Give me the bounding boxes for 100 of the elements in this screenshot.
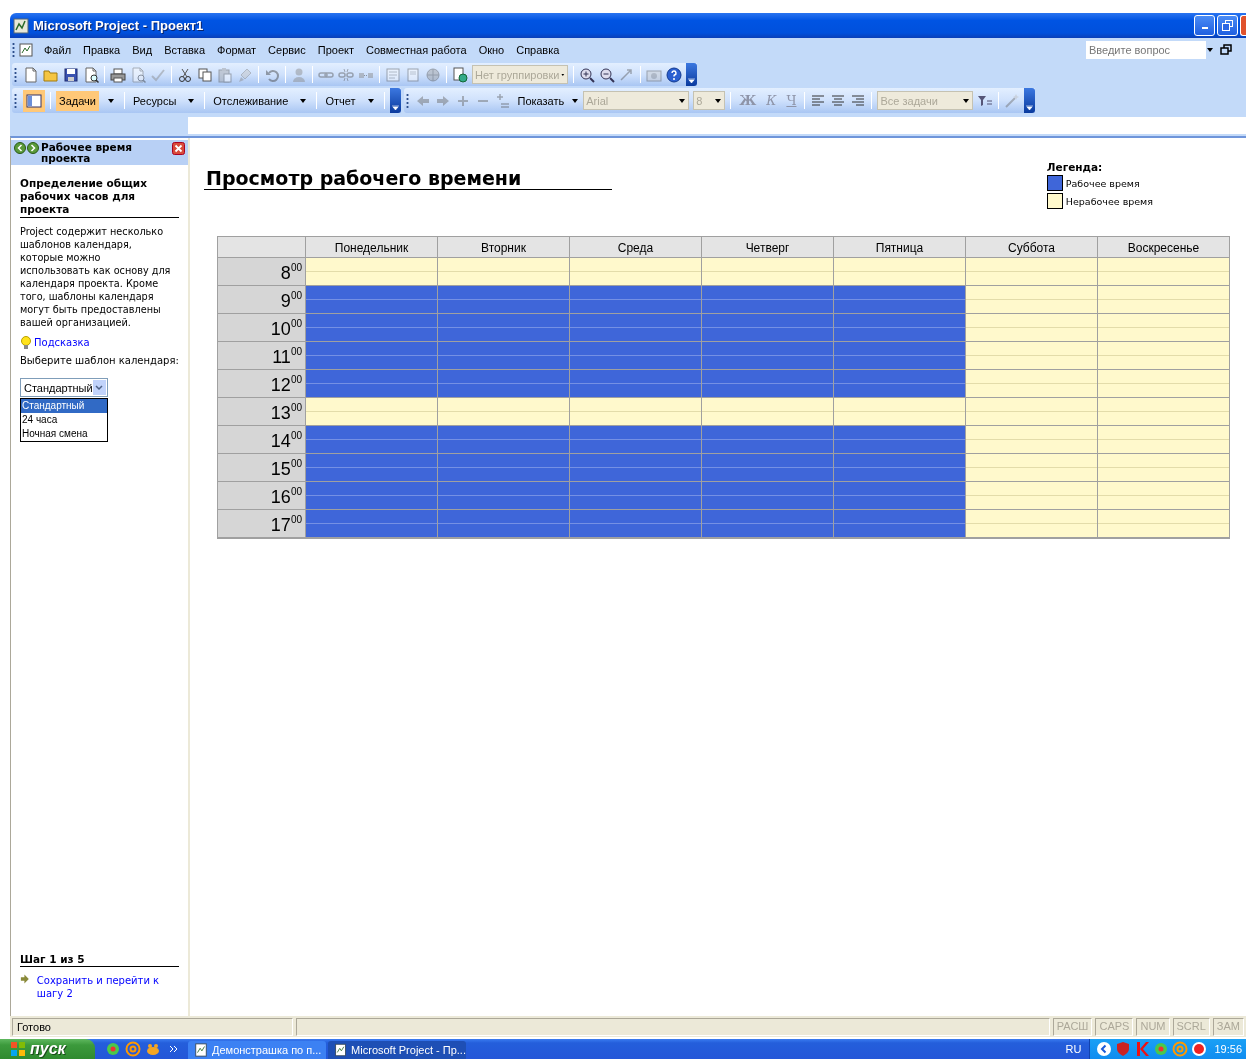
view-title: Просмотр рабочего времени [204,167,612,190]
hour-label: 8$^{00}$ [218,258,306,286]
guide-button[interactable]: Отслеживание [210,90,292,111]
status-text: Готово [12,1017,293,1036]
guide-button[interactable]: Отчет [322,90,359,111]
menu-item[interactable]: Совместная работа [360,42,473,58]
restore-button[interactable] [1217,15,1238,36]
hour-label: 14$^{00}$ [218,426,306,454]
toolbar-grip[interactable] [14,92,17,109]
hour-label: 15$^{00}$ [218,454,306,482]
section-heading: Определение общих рабочих часов для проекта [20,177,179,218]
template-select[interactable]: Стандартный [20,378,108,397]
hour-label: 13$^{00}$ [218,398,306,426]
guide-button[interactable]: Задачи [56,90,99,111]
key-indicator: NUM [1136,1017,1170,1036]
at-sign-icon[interactable] [125,1041,141,1057]
toolbar-grip[interactable] [14,66,17,83]
chevron-down-icon [688,78,695,83]
taskbar-button[interactable]: Демонстрашка по п... [188,1041,326,1059]
forward-icon[interactable] [27,142,39,154]
day-header: Воскресенье [1098,237,1230,258]
toolbar-options-button[interactable] [1024,88,1036,113]
app-icon [13,17,29,34]
window-icon [194,1043,208,1057]
restore-window-icon[interactable] [1220,44,1232,56]
legend-label: Рабочее время [1065,177,1140,189]
pane-title: Рабочее время проекта [41,142,134,164]
show-menu-button[interactable]: Показать [514,92,568,109]
new-document-icon[interactable] [23,66,39,83]
step-label: Шаг 1 из 5 [20,953,179,967]
zoom-in-icon[interactable] [579,66,595,83]
hour-label: 10$^{00}$ [218,314,306,342]
creature-icon[interactable] [145,1041,161,1057]
view-bar-button[interactable] [23,89,45,112]
hour-label: 12$^{00}$ [218,370,306,398]
zoom-out-icon[interactable] [599,66,615,83]
menu-item[interactable]: Сервис [262,42,312,58]
align-right-icon[interactable] [850,92,867,109]
close-icon[interactable] [172,142,185,155]
minimize-button[interactable] [1194,15,1215,36]
start-button[interactable]: пуск [0,1039,95,1059]
menu-item[interactable]: Вид [126,42,159,58]
window-icon [334,1043,348,1057]
day-header: Пятница [834,237,966,258]
dropdown-arrow-icon[interactable] [106,96,115,105]
next-arrow-icon [20,974,29,984]
save-icon[interactable] [63,66,79,83]
more-icon[interactable] [169,1045,178,1053]
language-indicator[interactable]: RU [1057,1039,1090,1055]
template-option[interactable]: 24 часа [21,413,107,427]
menu-item[interactable]: Справка [510,42,566,58]
dropdown-arrow-icon[interactable] [571,96,580,105]
key-indicator: ЗАМ [1212,1017,1244,1036]
menu-item[interactable]: Вставка [158,42,211,58]
template-option[interactable]: Стандартный [21,399,107,413]
printer-icon[interactable] [110,66,126,83]
align-center-icon[interactable] [830,92,847,109]
align-left-icon[interactable] [810,92,827,109]
question-field[interactable]: Введите вопрос [1086,41,1206,59]
dropdown-arrow-icon[interactable] [187,96,196,105]
key-indicator: CAPS [1095,1017,1134,1036]
dropdown-arrow-icon[interactable] [366,96,375,105]
tip-link[interactable]: Подсказка [34,336,90,348]
round-logo-icon[interactable] [1191,1041,1208,1057]
entry-field[interactable] [188,116,1246,134]
question-dropdown-icon[interactable] [1206,46,1214,54]
template-option[interactable]: Ночная смена [21,427,107,441]
key-indicator: РАСШ [1052,1017,1093,1036]
description-text: Project содержит несколько шаблонов календаря, которые можно использовать как основу для календаря проекта. Кроме того, шаблоны календаря могут быть предоставлены вашей организацией. [20,225,172,329]
prompt-label: Выберите шаблон календаря: [20,355,179,366]
guide-button[interactable]: Ресурсы [129,90,180,111]
hour-label: 16$^{00}$ [218,482,306,510]
flower-icon[interactable] [105,1041,121,1057]
document-menu-icon[interactable] [18,42,34,58]
day-header: Вторник [438,237,570,258]
menu-item[interactable]: Окно [472,42,511,58]
toolbar-grip[interactable] [405,92,409,109]
back-icon[interactable] [14,142,26,154]
help-icon[interactable] [666,66,682,83]
legend-title: Легенда: [1046,161,1104,173]
menu-item[interactable]: Файл [38,42,78,58]
chevron-down-icon [1026,105,1034,110]
windows-logo-icon [10,1041,26,1057]
copy-icon[interactable] [197,66,213,83]
cut-icon[interactable] [177,66,193,83]
close-button[interactable] [1240,15,1246,36]
dropdown-arrow-icon[interactable] [299,96,308,105]
menu-item[interactable]: Формат [211,42,263,58]
menu-item[interactable]: Проект [311,42,360,58]
task-information-icon[interactable] [452,66,468,83]
taskbar-button[interactable]: Microsoft Project - Пр... [328,1041,466,1059]
toolbar-options-button[interactable] [686,63,697,86]
next-step-link[interactable]: Сохранить и перейти к шагу 2 [36,974,179,1000]
search-document-icon[interactable] [83,66,99,83]
toolbar-options-button[interactable] [389,88,401,113]
menu-item[interactable]: Правка [77,42,127,58]
hour-label: 17$^{00}$ [218,510,306,538]
legend-label: Нерабочее время [1065,195,1153,207]
shield-icon[interactable] [1115,1041,1132,1057]
toolbar-grip[interactable] [12,42,15,58]
